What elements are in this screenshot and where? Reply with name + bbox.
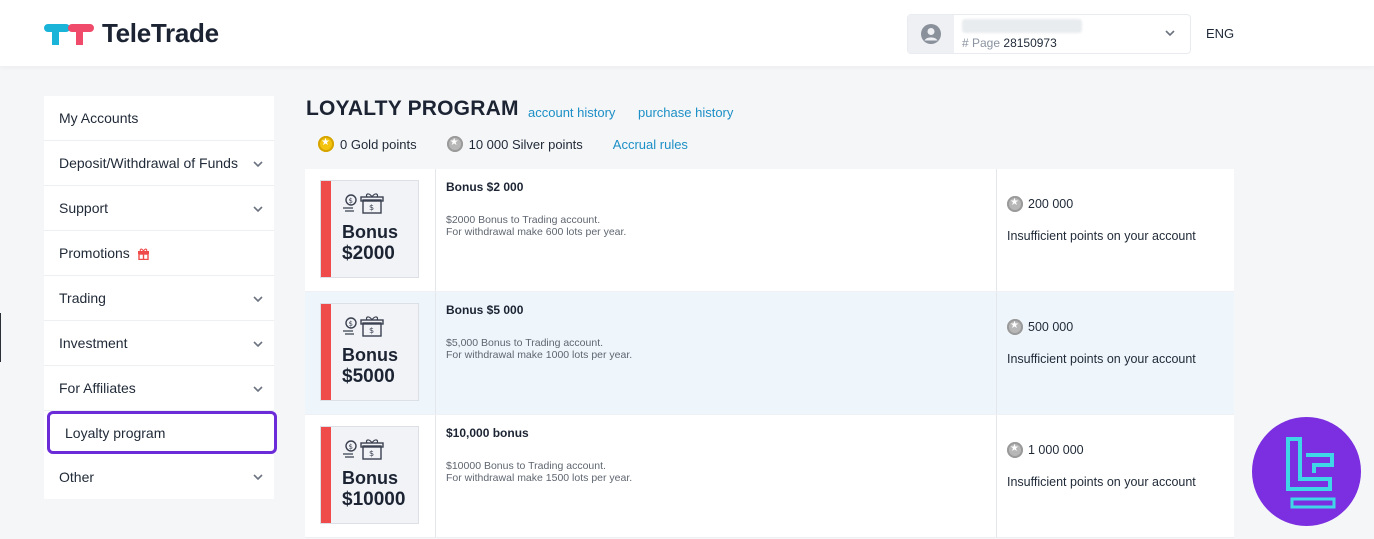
card-accent-bar xyxy=(321,304,331,400)
card-amount: $5000 xyxy=(342,366,395,387)
sidebar-item-deposit-withdrawal[interactable]: Deposit/Withdrawal of Funds xyxy=(44,141,274,186)
sidebar-item-loyalty-program[interactable]: Loyalty program xyxy=(47,411,277,454)
teletrade-logo-icon xyxy=(44,23,94,45)
reward-card: $ $ Bonus $10000 xyxy=(320,426,419,524)
reward-title: $10,000 bonus xyxy=(446,426,529,440)
account-name-redacted xyxy=(962,19,1082,33)
sidebar-item-label: Deposit/Withdrawal of Funds xyxy=(59,155,238,171)
sidebar-nav: My Accounts Deposit/Withdrawal of Funds … xyxy=(44,96,277,499)
active-indicator xyxy=(0,313,1,362)
sidebar-item-label: Promotions xyxy=(59,245,130,261)
card-label: Bonus xyxy=(342,222,398,242)
svg-text:$: $ xyxy=(349,320,353,328)
reward-price: ★ 500 000 xyxy=(1007,319,1073,335)
reward-card: $ $ Bonus $2000 xyxy=(320,180,419,278)
rewards-table: $ $ Bonus $2000 Bonus $2 000 $2000 Bonus … xyxy=(305,169,1234,538)
price-value: 500 000 xyxy=(1028,320,1074,334)
reward-price: ★ 200 000 xyxy=(1007,196,1073,212)
watermark-badge-logo xyxy=(1252,417,1361,526)
sidebar-item-affiliates[interactable]: For Affiliates xyxy=(44,366,274,411)
sidebar-item-label: For Affiliates xyxy=(59,380,136,396)
chevron-down-icon xyxy=(253,341,263,348)
page-title: LOYALTY PROGRAM xyxy=(306,97,519,120)
price-value: 1 000 000 xyxy=(1028,443,1084,457)
sidebar-item-support[interactable]: Support xyxy=(44,186,274,231)
price-value: 200 000 xyxy=(1028,197,1074,211)
sidebar-item-label: Loyalty program xyxy=(65,424,166,441)
silver-coin-icon: ★ xyxy=(1007,442,1023,458)
gold-points: 0 Gold points xyxy=(340,136,417,152)
points-summary: ★ 0 Gold points ★ 10 000 Silver points A… xyxy=(318,136,688,152)
reward-price: ★ 1 000 000 xyxy=(1007,442,1084,458)
chevron-down-icon xyxy=(253,386,263,393)
account-page-label: # Page 28150973 xyxy=(962,36,1057,50)
reward-description: $2000 Bonus to Trading account. For withd… xyxy=(446,214,627,238)
sidebar-item-label: Support xyxy=(59,200,109,216)
chevron-down-icon xyxy=(253,296,263,303)
money-gift-icon: $ $ xyxy=(343,193,384,214)
money-gift-icon: $ $ xyxy=(343,316,384,337)
card-accent-bar xyxy=(321,181,331,277)
card-label: Bonus xyxy=(342,468,398,488)
svg-text:$: $ xyxy=(349,197,353,205)
reward-status: Insufficient points on your account xyxy=(1007,352,1196,366)
card-accent-bar xyxy=(321,427,331,523)
reward-row[interactable]: $ $ Bonus $10000 $10,000 bonus $10000 Bon… xyxy=(305,415,1234,538)
svg-text:$: $ xyxy=(369,203,374,212)
reward-title: Bonus $2 000 xyxy=(446,180,524,194)
column-divider xyxy=(435,292,436,414)
brand-name: TeleTrade xyxy=(102,18,219,48)
reward-row[interactable]: $ $ Bonus $2000 Bonus $2 000 $2000 Bonus … xyxy=(305,169,1234,292)
user-avatar xyxy=(908,15,954,53)
accrual-rules-link[interactable]: Accrual rules xyxy=(613,137,688,152)
sidebar-item-promotions[interactable]: Promotions xyxy=(44,231,274,276)
svg-text:$: $ xyxy=(369,326,374,335)
account-selector[interactable]: # Page 28150973 xyxy=(907,14,1191,54)
column-divider xyxy=(996,415,997,537)
sidebar-item-investment[interactable]: Investment xyxy=(44,321,274,366)
card-amount: $2000 xyxy=(342,243,395,264)
reward-title: Bonus $5 000 xyxy=(446,303,524,317)
reward-status: Insufficient points on your account xyxy=(1007,229,1196,243)
gold-coin-icon: ★ xyxy=(318,136,334,152)
svg-text:$: $ xyxy=(369,449,374,458)
money-gift-icon: $ $ xyxy=(343,439,384,460)
silver-coin-icon: ★ xyxy=(1007,319,1023,335)
purchase-history-link[interactable]: purchase history xyxy=(638,105,733,120)
reward-card: $ $ Bonus $5000 xyxy=(320,303,419,401)
account-page-number: 28150973 xyxy=(1003,36,1057,50)
sidebar-item-my-accounts[interactable]: My Accounts xyxy=(44,96,274,141)
reward-status: Insufficient points on your account xyxy=(1007,475,1196,489)
account-history-link[interactable]: account history xyxy=(528,105,615,120)
tc-logo-icon xyxy=(1286,437,1336,509)
sidebar-item-label: Trading xyxy=(59,290,106,306)
sidebar-item-label: My Accounts xyxy=(59,110,139,126)
reward-row[interactable]: $ $ Bonus $5000 Bonus $5 000 $5,000 Bonus… xyxy=(305,292,1234,415)
chevron-down-icon xyxy=(253,161,263,168)
silver-coin-icon: ★ xyxy=(446,136,463,152)
brand-logo[interactable]: TeleTrade xyxy=(44,18,219,49)
sidebar-item-label: Investment xyxy=(59,335,128,351)
column-divider xyxy=(996,169,997,291)
top-header: TeleTrade # Page 28150973 ENG xyxy=(0,0,1374,66)
chevron-down-icon xyxy=(1165,30,1175,37)
sidebar-item-label: Other xyxy=(59,468,95,485)
user-icon xyxy=(921,24,941,44)
column-divider xyxy=(996,292,997,414)
chevron-down-icon xyxy=(253,206,263,213)
column-divider xyxy=(435,415,436,537)
sidebar-item-trading[interactable]: Trading xyxy=(44,276,274,321)
silver-points: 10 000 Silver points xyxy=(468,136,583,152)
reward-description: $10000 Bonus to Trading account. For with… xyxy=(446,460,633,484)
reward-description: $5,000 Bonus to Trading account. For with… xyxy=(446,337,633,361)
silver-coin-icon: ★ xyxy=(1007,196,1023,212)
sidebar-item-other[interactable]: Other xyxy=(44,454,274,499)
card-amount: $10000 xyxy=(342,489,406,510)
card-label: Bonus xyxy=(342,345,398,365)
language-switch[interactable]: ENG xyxy=(1206,26,1234,41)
chevron-down-icon xyxy=(253,474,263,481)
svg-text:$: $ xyxy=(349,443,353,451)
gift-icon xyxy=(137,248,149,260)
column-divider xyxy=(435,169,436,291)
